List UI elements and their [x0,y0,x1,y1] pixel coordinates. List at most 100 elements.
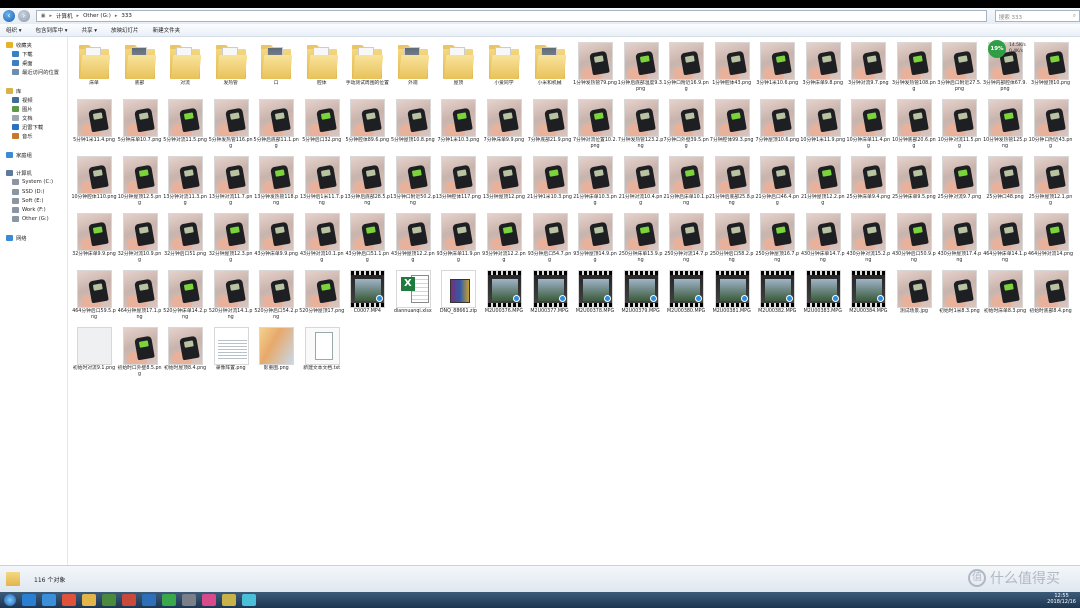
file-item[interactable]: 5分钟床单10.7.png [117,96,163,151]
file-item[interactable]: M2U00384.MPG [845,267,891,322]
file-item[interactable]: 3分钟床单9.8.png [800,39,846,94]
file-item[interactable]: 25分钟床单9.5.png [891,153,937,208]
file-item[interactable]: 25分钟床单9.4.png [845,153,891,208]
forward-button[interactable]: › [17,10,30,22]
address-bar[interactable]: ▣ ▸ 计算机 ▸ Other (G:) ▸ 333 [35,10,987,22]
file-item[interactable]: 520分钟后口54.2.png [253,267,299,322]
file-item[interactable]: 430分钟屋顶17.4.png [936,210,982,265]
folder-item[interactable]: 发热管 [208,39,254,94]
sidebar-item[interactable]: SSD (D:) [0,187,67,196]
app-icon[interactable] [122,594,136,606]
file-item[interactable]: 3分钟对流9.7.png [845,39,891,94]
sidebar-item[interactable]: Soft (E:) [0,196,67,205]
file-item[interactable]: 21分钟后床单10.1.png [663,153,709,208]
search-input[interactable]: 搜索 333 ⌕ [994,10,1080,22]
file-item[interactable]: 初始时对流9.1.png [71,324,117,379]
file-item[interactable]: M2U00377.MPG [527,267,573,322]
folder-item[interactable]: 对流 [162,39,208,94]
sidebar-item[interactable]: 音乐 [0,132,67,141]
sidebar-item[interactable]: 迅雷下载 [0,123,67,132]
system-clock[interactable]: 12:55 2018/12/16 [1047,593,1076,605]
sidebar-item[interactable]: Other (G:) [0,215,67,224]
file-item[interactable]: 5分钟后口32.png [299,96,345,151]
new-folder-button[interactable]: 新建文件夹 [153,26,181,34]
file-item[interactable]: 43分钟后口51.1.png [344,210,390,265]
file-item[interactable]: 93分钟床单11.9.png [435,210,481,265]
file-item[interactable]: 10分钟底部20.6.png [891,96,937,151]
folder-item[interactable]: 小爱同学 [481,39,527,94]
file-item[interactable]: 520分钟对流14.1.png [208,267,254,322]
file-item[interactable]: M2U00379.MPG [618,267,664,322]
sidebar-item[interactable]: 文档 [0,114,67,123]
file-item[interactable]: 初始时1米8.3.png [936,267,982,322]
breadcrumb-drive[interactable]: Other (G:) [83,13,111,19]
file-item[interactable]: 10分钟对流11.5.png [936,96,982,151]
file-item[interactable]: 13分钟屋顶12.png [481,153,527,208]
sidebar-item[interactable]: 收藏夹 [0,40,67,49]
file-item[interactable]: 464分钟床单14.1.png [982,210,1028,265]
file-item[interactable]: 93分钟对流12.2.png [481,210,527,265]
sidebar-item[interactable]: 网络 [0,233,67,242]
file-item[interactable]: 43分钟对流10.1.png [299,210,345,265]
file-item[interactable]: 32分钟床单9.9.png [71,210,117,265]
file-item[interactable]: Xdiannuanqi.xlsx [390,267,436,322]
app-icon[interactable] [102,594,116,606]
file-item[interactable]: 464分钟对流14.png [1028,210,1074,265]
file-item[interactable]: 21分钟1米10.3.png [527,153,573,208]
file-item[interactable]: DNQ_88661.zip [435,267,481,322]
app-icon[interactable] [42,594,56,606]
file-item[interactable]: 21分钟后口46.4.png [754,153,800,208]
file-item[interactable]: 新建文本文档.txt [299,324,345,379]
file-item[interactable]: 93分钟屋顶14.9.png [572,210,618,265]
explorer-icon[interactable] [82,594,96,606]
file-item[interactable]: 7分钟腔体99.3.png [709,96,755,151]
app-icon[interactable] [242,594,256,606]
app-icon[interactable] [222,594,236,606]
share-button[interactable]: 共享 ▾ [82,26,98,34]
folder-item[interactable]: 手动测试周围的位置 [344,39,390,94]
sidebar-item[interactable]: 桌面 [0,58,67,67]
sidebar-item[interactable]: 下载 [0,49,67,58]
folder-item[interactable]: 床单 [71,39,117,94]
file-item[interactable]: 520分钟屋顶17.png [299,267,345,322]
file-item[interactable]: 5分钟对流11.5.png [162,96,208,151]
file-item[interactable]: 250分钟后口58.2.png [709,210,755,265]
file-item[interactable]: M2U00376.MPG [481,267,527,322]
folder-item[interactable]: 屋顶 [435,39,481,94]
breadcrumb-computer[interactable]: 计算机 [56,12,73,20]
file-item[interactable]: 430分钟对流15.2.png [845,210,891,265]
file-item[interactable]: 93分钟后口54.7.png [527,210,573,265]
file-item[interactable]: 520分钟床单14.2.png [162,267,208,322]
file-item[interactable]: 7分钟对流位置10.2.png [572,96,618,151]
file-item[interactable]: 5分钟发热管116.png [208,96,254,151]
file-item[interactable]: 3分钟后口附近27.5.png [936,39,982,94]
folder-item[interactable]: 小米和机械 [527,39,573,94]
ie-icon[interactable] [22,594,36,606]
network-speed-widget[interactable]: 19% 14.5K/s 0.4K/s [988,40,1046,58]
file-item[interactable]: 7分钟底部21.9.png [527,96,573,151]
start-button[interactable] [4,594,16,606]
file-item[interactable]: 43分钟屋顶12.2.png [390,210,436,265]
chrome-icon[interactable] [62,594,76,606]
folder-item[interactable]: 口 [253,39,299,94]
file-item[interactable]: 13分钟口附近50.2.png [390,153,436,208]
file-item[interactable]: 10分钟屋顶12.5.png [117,153,163,208]
include-in-library-button[interactable]: 包含到库中 ▾ [36,26,68,34]
file-item[interactable]: 1分钟发热管79.png [572,39,618,94]
file-item[interactable]: 10分钟发热管125.png [982,96,1028,151]
file-item[interactable]: 初始时底部8.4.png [1028,267,1074,322]
sidebar-item[interactable]: 图片 [0,104,67,113]
file-item[interactable]: 10分钟1米11.9.png [800,96,846,151]
sidebar-item[interactable]: System (C:) [0,178,67,187]
file-item[interactable]: 32分钟后口51.png [162,210,208,265]
file-item[interactable]: 25分钟屋顶12.1.png [1028,153,1074,208]
folder-item[interactable]: 腔体 [299,39,345,94]
sidebar-item[interactable]: 库 [0,86,67,95]
sidebar-item[interactable]: Work (F:) [0,205,67,214]
file-item[interactable]: 25分钟对流9.7.png [936,153,982,208]
file-item[interactable]: 430分钟后口50.9.png [891,210,937,265]
file-item[interactable]: 13分钟腔体117.png [435,153,481,208]
file-item[interactable]: 13分钟后1米11.7.png [299,153,345,208]
sidebar-item[interactable]: 视频 [0,95,67,104]
file-item[interactable]: 1分钟口附近16.9.png [663,39,709,94]
